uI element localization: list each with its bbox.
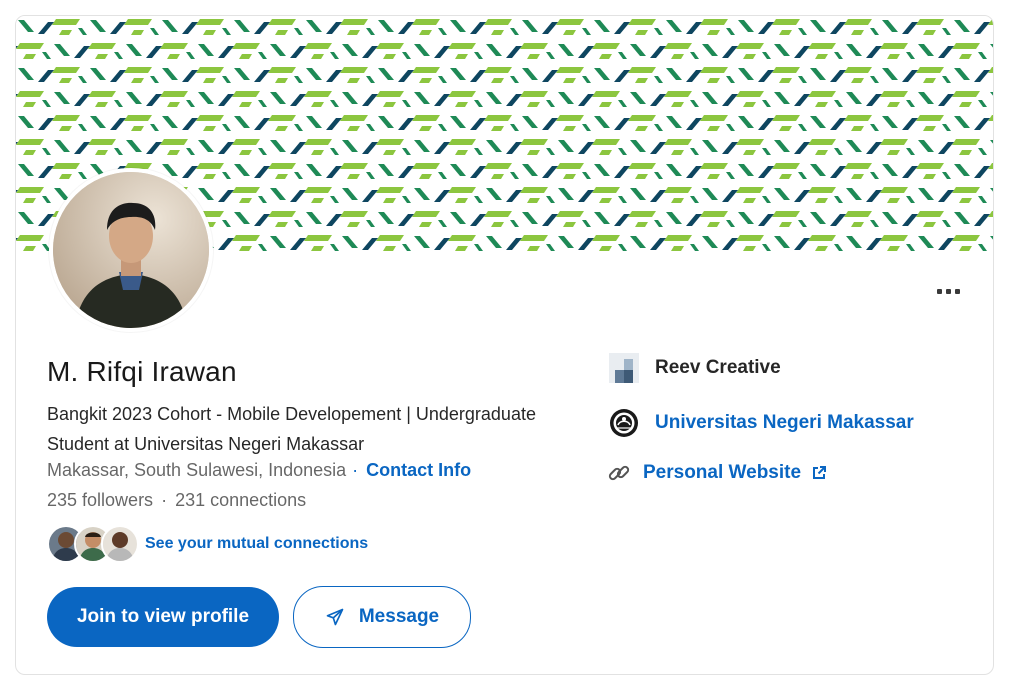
contact-info-link[interactable]: Contact Info <box>366 460 471 480</box>
mutual-avatars <box>47 525 139 563</box>
network-counts: 235 followers · 231 connections <box>47 490 306 511</box>
profile-avatar[interactable] <box>49 168 213 332</box>
education-school[interactable]: Universitas Negeri Makassar <box>609 408 914 438</box>
join-to-view-profile-button[interactable]: Join to view profile <box>47 587 279 647</box>
message-button[interactable]: Message <box>293 586 471 648</box>
profile-card: M. Rifqi Irawan Bangkit 2023 Cohort - Mo… <box>15 15 994 675</box>
paper-plane-icon <box>326 608 344 626</box>
mutual-connections[interactable]: See your mutual connections <box>47 525 368 563</box>
company-logo-icon <box>609 353 639 383</box>
separator-dot: · <box>352 460 359 480</box>
profile-location: Makassar, South Sulawesi, Indonesia <box>47 460 347 480</box>
school-link[interactable]: Universitas Negeri Makassar <box>655 412 914 434</box>
mutual-connections-link[interactable]: See your mutual connections <box>145 535 368 553</box>
link-chain-icon <box>607 458 631 488</box>
personal-website-link[interactable]: Personal Website <box>643 462 801 484</box>
separator-dot: · <box>161 490 168 510</box>
more-options-button[interactable] <box>926 278 970 304</box>
message-label: Message <box>358 606 440 627</box>
profile-name: M. Rifqi Irawan <box>47 356 237 387</box>
followers-count: 235 followers <box>47 490 154 510</box>
location-row: Makassar, South Sulawesi, Indonesia · Cont… <box>47 460 471 481</box>
profile-headline: Bangkit 2023 Cohort - Mobile Developemen… <box>47 404 536 454</box>
university-seal-icon <box>609 408 639 438</box>
external-link-icon <box>813 466 827 479</box>
more-icon <box>936 288 942 294</box>
mutual-avatar <box>101 525 139 563</box>
company-name: Reev Creative <box>655 357 781 378</box>
connections-count: 231 connections <box>175 490 307 510</box>
personal-website[interactable]: Personal Website <box>607 458 827 488</box>
current-company[interactable]: Reev Creative <box>609 353 781 383</box>
